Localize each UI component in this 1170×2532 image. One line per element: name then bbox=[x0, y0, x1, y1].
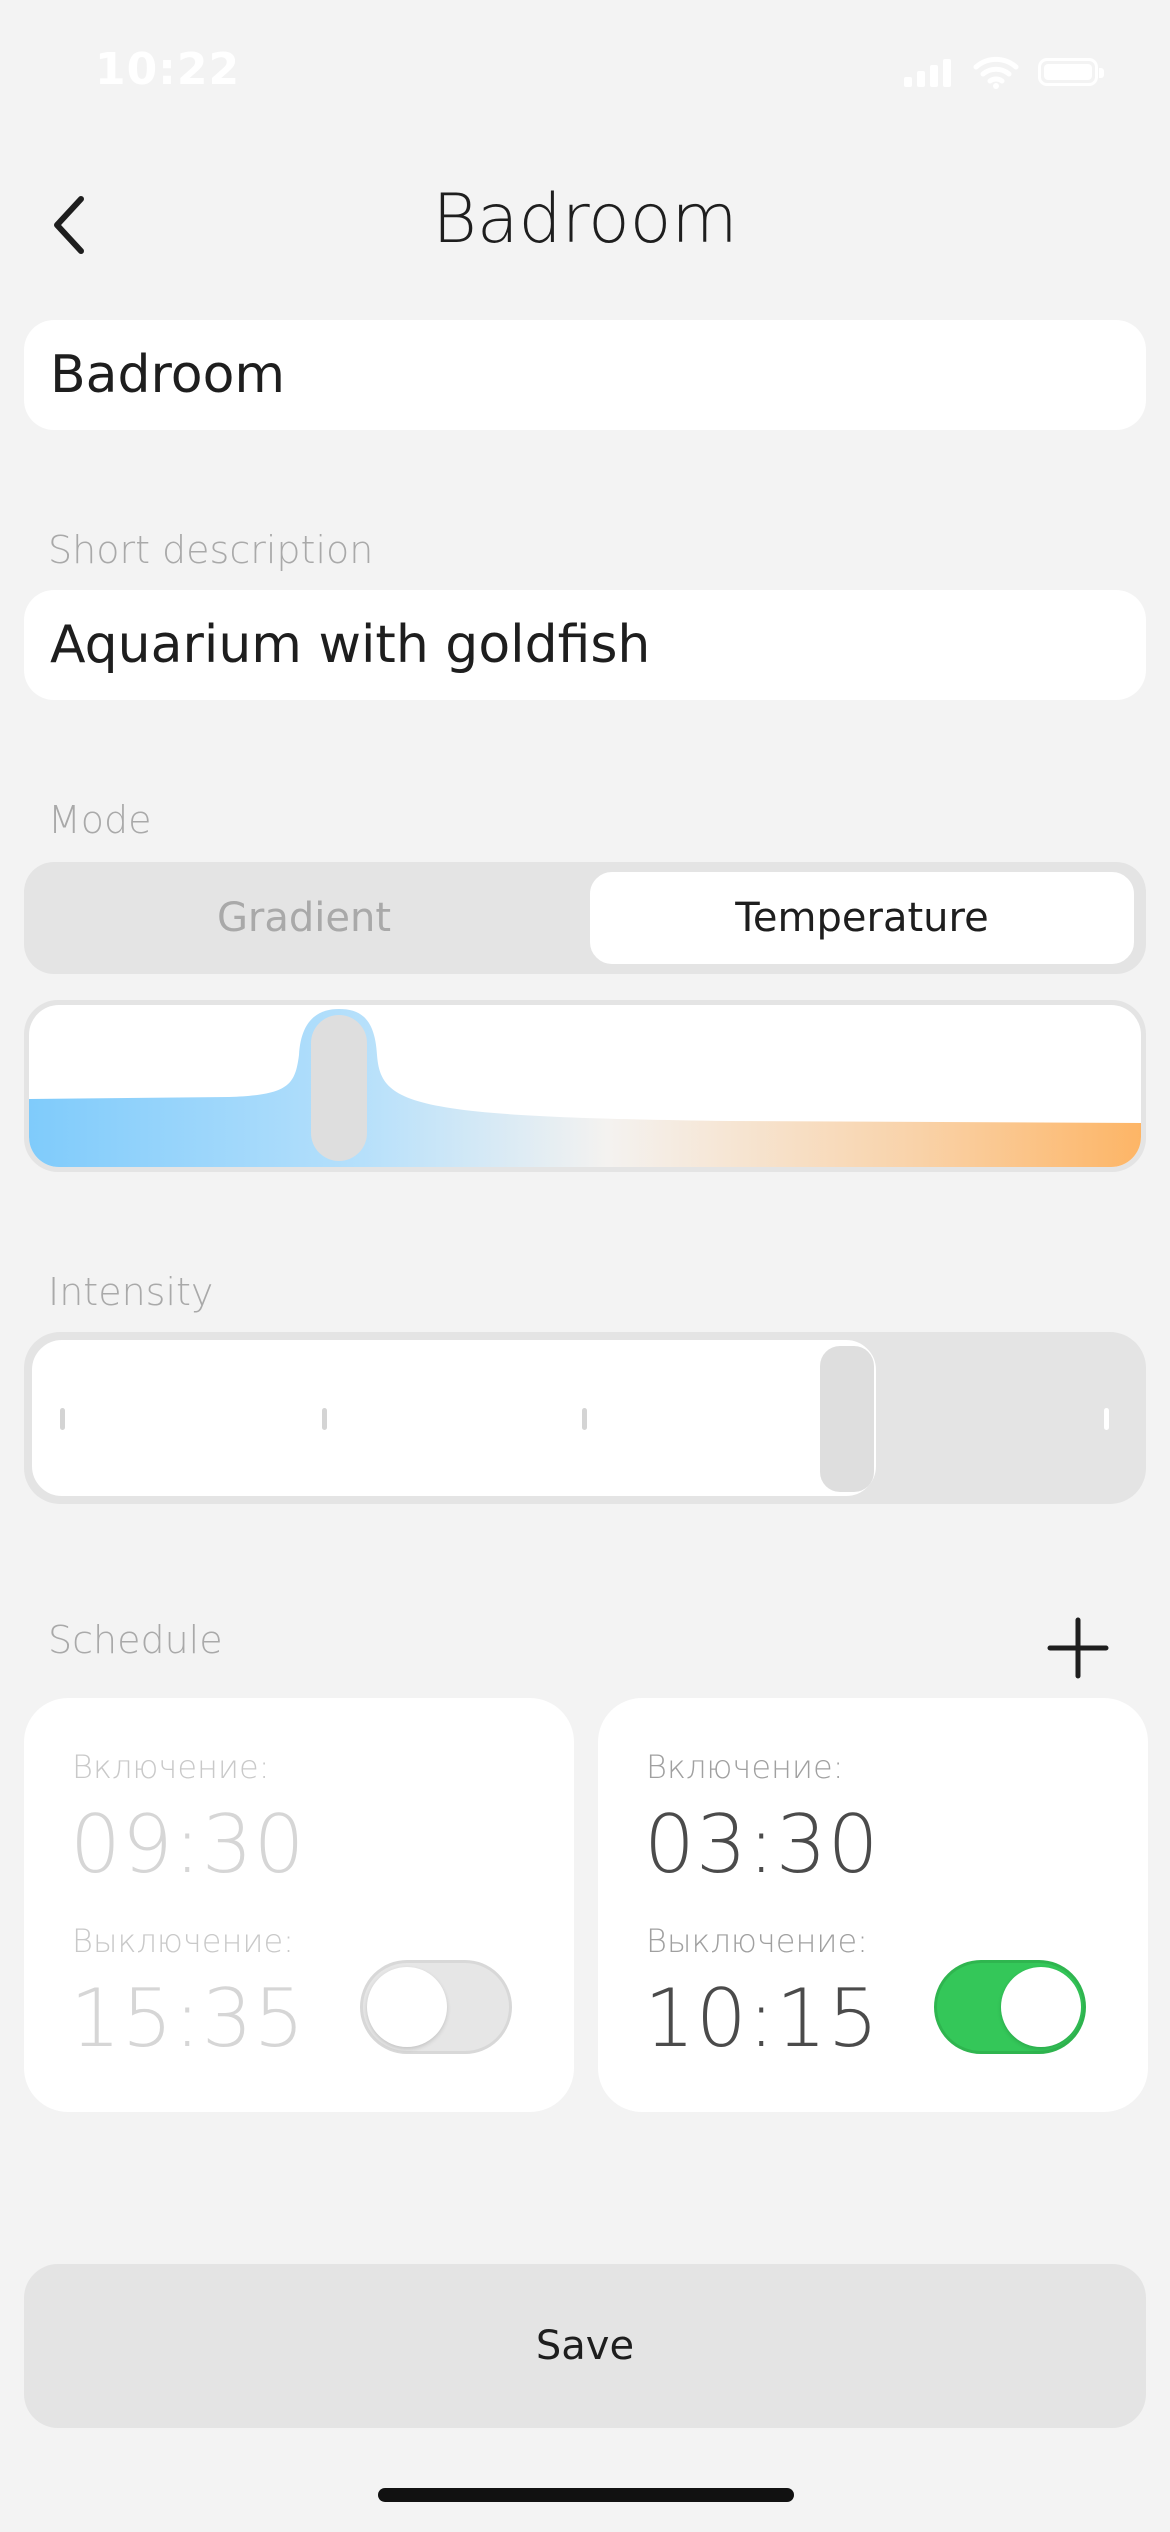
toggle-knob bbox=[1001, 1967, 1081, 2047]
home-indicator bbox=[378, 2488, 794, 2502]
on-label: Включение: bbox=[646, 1748, 844, 1786]
description-field[interactable]: Aquarium with goldfish bbox=[24, 590, 1146, 700]
intensity-thumb[interactable] bbox=[820, 1346, 874, 1492]
description-label: Short description bbox=[48, 528, 374, 572]
intensity-tick bbox=[1104, 1408, 1109, 1430]
battery-icon bbox=[1038, 58, 1104, 86]
temperature-track bbox=[29, 1005, 1141, 1167]
segment-temperature[interactable]: Temperature bbox=[586, 868, 1138, 968]
schedule-label: Schedule bbox=[48, 1618, 223, 1662]
name-field-value: Badroom bbox=[50, 345, 286, 405]
add-schedule-button[interactable] bbox=[1044, 1614, 1112, 1682]
temperature-gradient bbox=[29, 1009, 1141, 1167]
on-label: Включение: bbox=[72, 1748, 270, 1786]
off-time[interactable]: 15:35 bbox=[70, 1972, 306, 2065]
schedule-toggle[interactable] bbox=[360, 1960, 512, 2054]
page-title: Badroom bbox=[432, 180, 738, 259]
signal-icon bbox=[904, 59, 951, 87]
intensity-tick bbox=[582, 1408, 587, 1430]
description-field-value: Aquarium with goldfish bbox=[50, 615, 651, 675]
schedule-card[interactable]: Включение: 03:30 Выключение: 10:15 bbox=[598, 1698, 1148, 2112]
schedule-card[interactable]: Включение: 09:30 Выключение: 15:35 bbox=[24, 1698, 574, 2112]
off-label: Выключение: bbox=[72, 1922, 294, 1960]
segment-gradient[interactable]: Gradient bbox=[30, 868, 578, 968]
mode-segmented-control: Gradient Temperature bbox=[24, 862, 1146, 974]
temperature-thumb[interactable] bbox=[311, 1015, 367, 1161]
intensity-tick bbox=[322, 1408, 327, 1430]
temperature-slider[interactable] bbox=[24, 1000, 1146, 1172]
toggle-knob bbox=[367, 1967, 447, 2047]
intensity-fill bbox=[28, 1336, 880, 1500]
intensity-label: Intensity bbox=[48, 1270, 214, 1314]
on-time[interactable]: 03:30 bbox=[644, 1798, 880, 1891]
schedule-toggle[interactable] bbox=[934, 1960, 1086, 2054]
off-label: Выключение: bbox=[646, 1922, 868, 1960]
intensity-tick bbox=[60, 1408, 65, 1430]
off-time[interactable]: 10:15 bbox=[644, 1972, 880, 2065]
wifi-icon bbox=[973, 56, 1019, 89]
save-button[interactable]: Save bbox=[24, 2264, 1146, 2428]
plus-icon bbox=[1047, 1617, 1109, 1679]
status-icons bbox=[902, 52, 1104, 92]
mode-label: Mode bbox=[48, 798, 152, 842]
name-field[interactable]: Badroom bbox=[24, 320, 1146, 430]
on-time[interactable]: 09:30 bbox=[70, 1798, 306, 1891]
intensity-slider[interactable] bbox=[24, 1332, 1146, 1504]
status-time: 10:22 bbox=[95, 44, 241, 95]
